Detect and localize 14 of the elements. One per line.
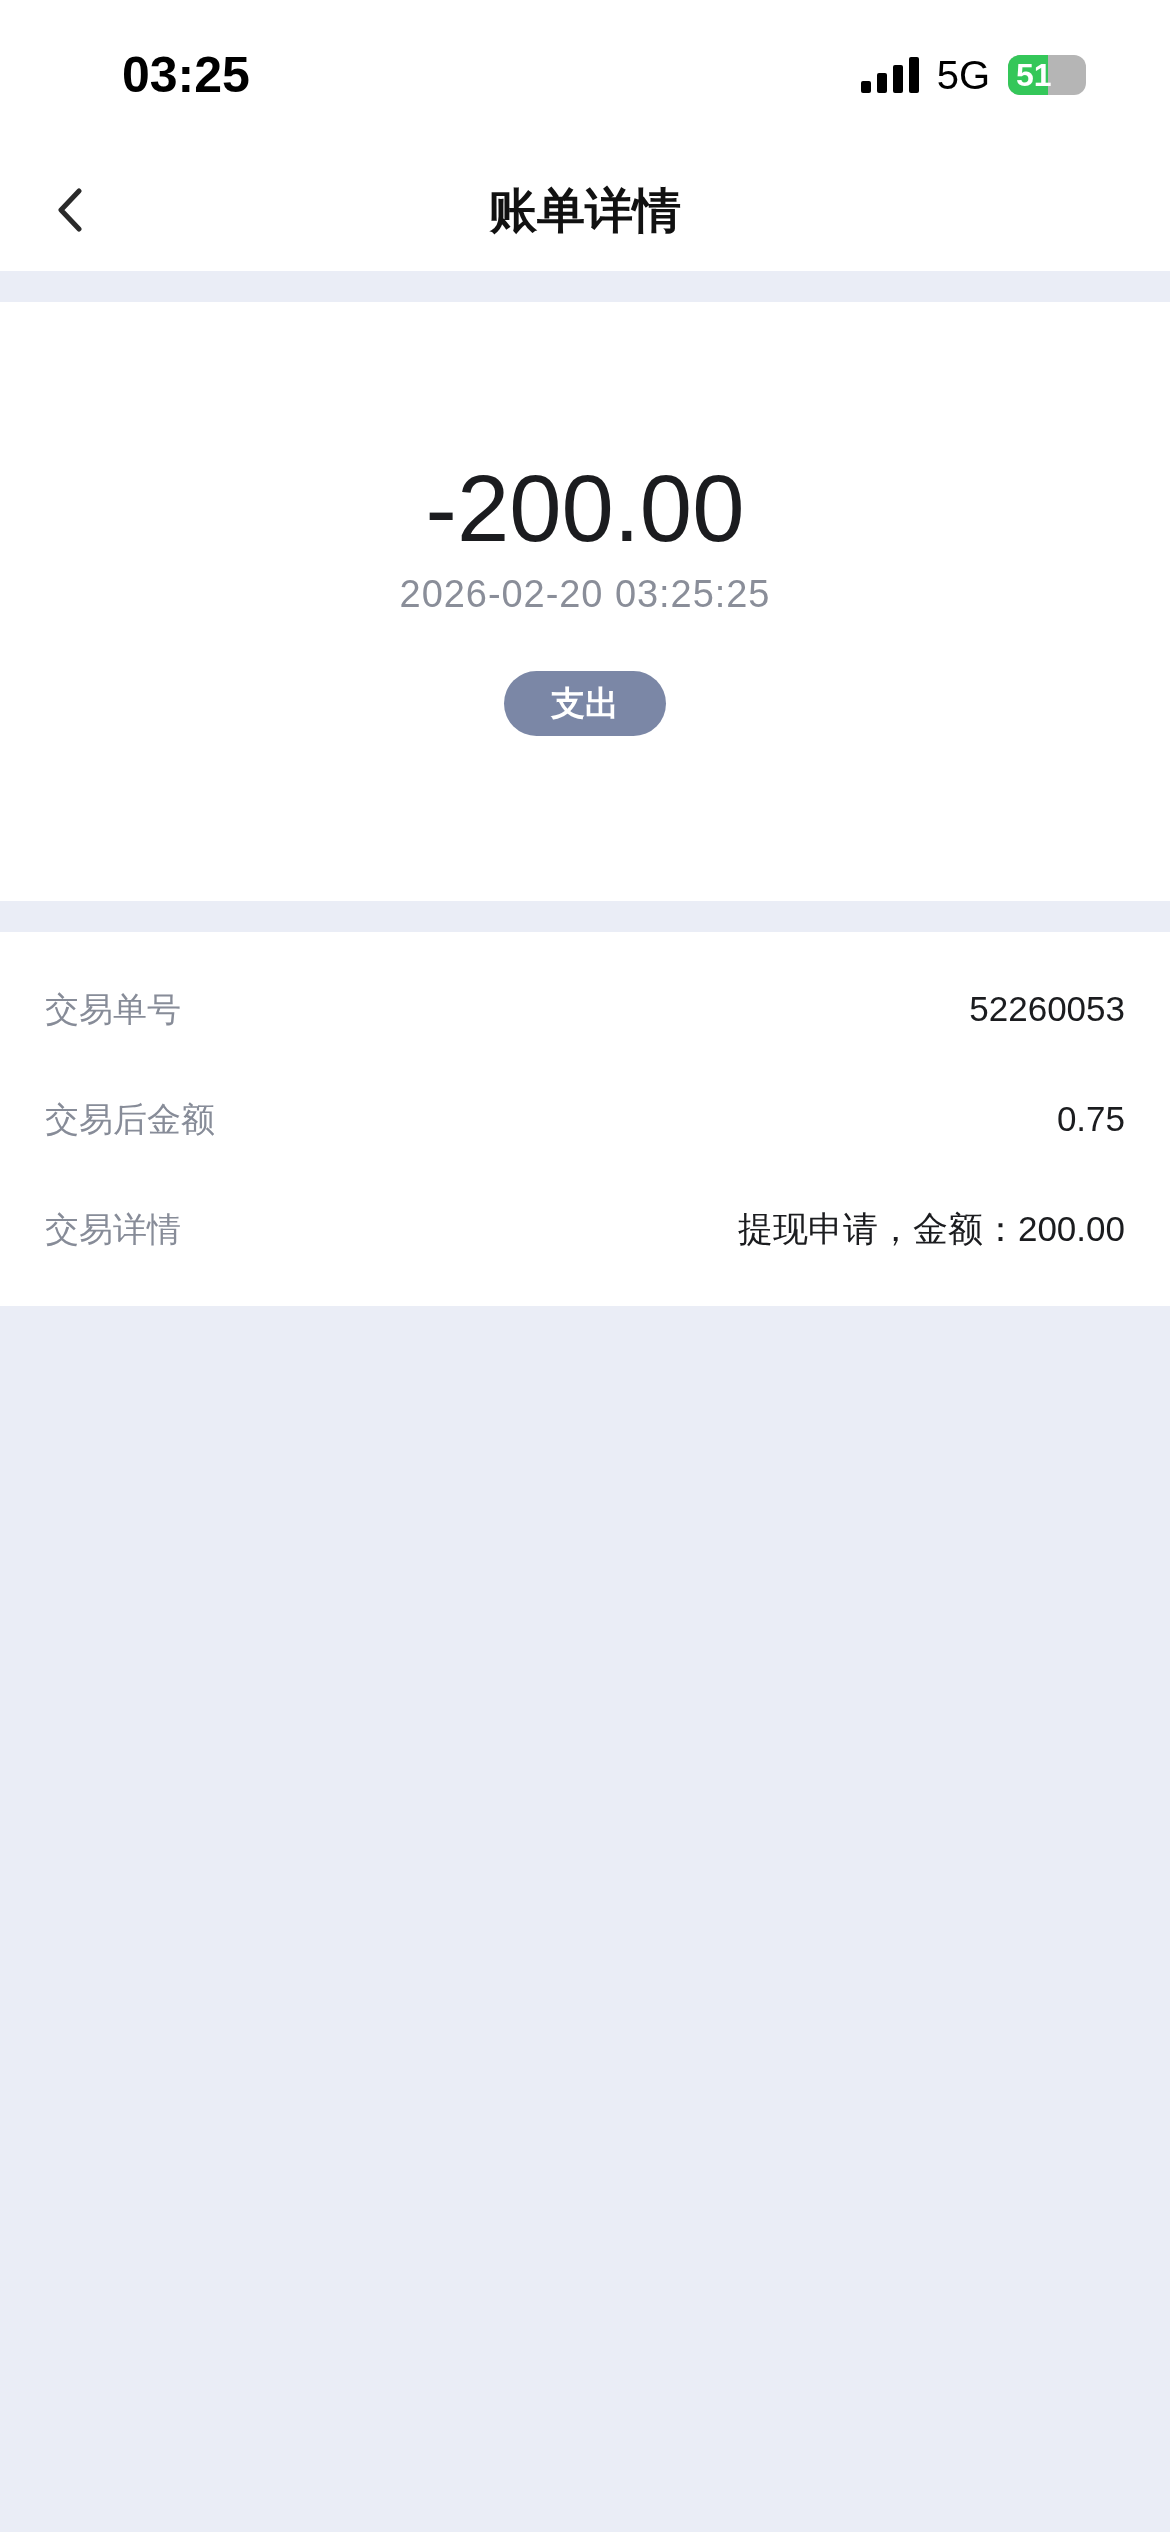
network-label: 5G [936, 52, 990, 99]
detail-value: 52260053 [969, 987, 1125, 1030]
amount-text: -200.00 [425, 462, 745, 556]
type-badge: 支出 [504, 671, 666, 736]
page-title: 账单详情 [489, 182, 681, 239]
detail-value: 提现申请，金额：200.00 [737, 1207, 1125, 1250]
datetime-text: 2026-02-20 03:25:25 [399, 572, 771, 617]
detail-label: 交易后金额 [45, 1098, 215, 1140]
detail-label: 交易单号 [45, 988, 181, 1030]
signal-icon [860, 57, 919, 93]
status-time: 03:25 [122, 45, 250, 105]
detail-label: 交易详情 [45, 1208, 181, 1250]
detail-value: 0.75 [1056, 1097, 1125, 1140]
back-icon [58, 188, 82, 232]
